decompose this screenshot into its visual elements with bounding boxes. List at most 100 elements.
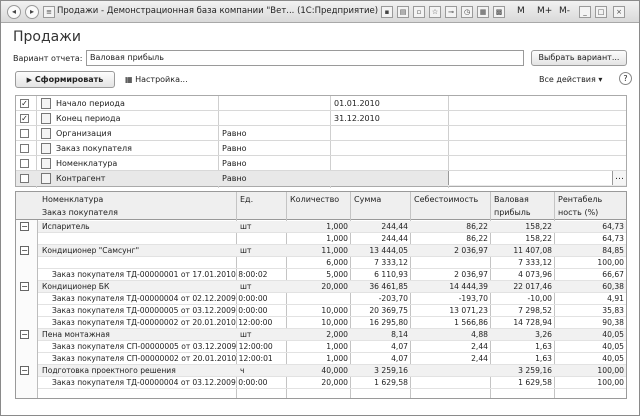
cell-profit: 100,00 [597, 378, 624, 387]
cell-name: Кондиционер БК [42, 282, 110, 291]
cell-profit: 35,83 [602, 306, 624, 315]
restore-button[interactable]: □ [595, 6, 607, 18]
checkbox[interactable] [20, 159, 29, 168]
checkbox[interactable] [20, 144, 29, 153]
help-icon[interactable]: ? [619, 72, 632, 85]
print-icon[interactable]: ▤ [397, 6, 409, 18]
settings-name: Организация [56, 129, 112, 138]
settings-name: Заказ покупателя [56, 144, 132, 153]
group-row[interactable]: Пена монтажная шт 2,000 8,14 4,88 3,26 40,05 [38, 329, 626, 341]
settings-row[interactable]: Организация Равно [16, 126, 626, 141]
all-actions-menu[interactable]: Все действия ▾ [539, 75, 602, 84]
choose-variant-button[interactable]: Выбрать вариант... [531, 50, 627, 66]
save-icon[interactable]: ▪ [381, 6, 393, 18]
settings-row[interactable]: ✓ Начало периода 01.01.2010 [16, 96, 626, 111]
cell-qty: 1,000 [326, 222, 348, 231]
cell-cost: 4,88 [471, 330, 488, 339]
back-icon[interactable]: ◂ [7, 5, 21, 19]
cell-gross: 1 629,58 [518, 378, 552, 387]
settings-comparison[interactable]: Равно [222, 129, 247, 138]
group-row[interactable]: Кондиционер БК шт 20,000 36 461,85 14 444,39… [38, 281, 626, 293]
cell-gross: 22 017,46 [513, 282, 552, 291]
settings-comparison[interactable]: Равно [222, 159, 247, 168]
table-row[interactable]: Заказ покупателя ТД-00000005 от 03.12.20… [38, 305, 626, 317]
collapse-icon[interactable]: − [20, 222, 29, 231]
table-row[interactable]: 6,000 7 333,12 7 333,12 100,00 [38, 257, 626, 269]
settings-grid: ✓ Начало периода 01.01.2010 ✓ Конец пери… [15, 95, 627, 188]
generate-button[interactable]: ▶ Сформировать [15, 71, 115, 88]
collapse-icon[interactable]: − [20, 366, 29, 375]
cell-sum: 1 629,58 [374, 378, 408, 387]
header-order: Заказ покупателя [42, 208, 118, 217]
close-button[interactable]: × [613, 6, 625, 18]
link-icon[interactable]: ⊸ [445, 6, 457, 18]
history-icon[interactable]: ◷ [461, 6, 473, 18]
header-sum: Сумма [354, 195, 382, 204]
select-icon[interactable]: … [612, 171, 626, 185]
cell-qty: 1,000 [326, 342, 348, 351]
collapse-icon[interactable]: − [20, 330, 29, 339]
checkbox[interactable] [20, 174, 29, 183]
cell-gross: 3 259,16 [518, 366, 552, 375]
app-menu-icon[interactable]: ≡ [43, 6, 55, 18]
play-icon: ▶ [26, 76, 33, 84]
group-row[interactable]: Кондиционер "Самсунг" шт 11,000 13 444,05 2 … [38, 245, 626, 257]
settings-name: Номенклатура [56, 159, 118, 168]
header-gross2: прибыль [494, 208, 531, 217]
settings-comparison[interactable]: Равно [222, 144, 247, 153]
checkbox[interactable]: ✓ [20, 114, 29, 123]
settings-row[interactable]: ✓ Конец периода 31.12.2010 [16, 111, 626, 126]
collapse-icon[interactable]: − [20, 282, 29, 291]
cell-qty: 11,000 [321, 246, 348, 255]
table-row[interactable]: Заказ покупателя ТД-00000002 от 20.01.20… [38, 317, 626, 329]
table-row[interactable]: Заказ покупателя ТД-00000004 от 03.12.20… [38, 377, 626, 389]
cell-name: Заказ покупателя ТД-00000002 от 20.01.20… [52, 318, 273, 327]
group-row[interactable]: Испаритель шт 1,000 244,44 86,22 158,22 64,73 [38, 221, 626, 233]
cell-name: Кондиционер "Самсунг" [42, 246, 140, 255]
cell-profit: 100,00 [597, 258, 624, 267]
settings-row-selected[interactable]: Контрагент Равно … [16, 171, 626, 186]
cell-qty: 40,000 [321, 366, 348, 375]
settings-row[interactable]: Заказ покупателя Равно [16, 141, 626, 156]
cell-qty: 5,000 [326, 270, 348, 279]
cell-gross: 14 728,94 [513, 318, 552, 327]
cell-profit: 100,00 [597, 366, 624, 375]
cell-cost: 2,44 [471, 342, 488, 351]
settings-row[interactable]: Номенклатура Равно [16, 156, 626, 171]
table-row[interactable]: 1,000 244,44 86,22 158,22 64,73 [38, 233, 626, 245]
settings-value[interactable]: 31.12.2010 [334, 114, 380, 123]
contractor-value-input[interactable] [448, 171, 612, 185]
cell-qty: 2,000 [326, 330, 348, 339]
forward-icon[interactable]: ▸ [25, 5, 39, 19]
memory-minus-button[interactable]: M- [559, 6, 570, 16]
calculator-icon[interactable]: ▩ [493, 6, 505, 18]
cell-cost: 2 036,97 [454, 246, 488, 255]
settings-comparison[interactable]: Равно [222, 174, 247, 183]
table-row[interactable]: Заказ покупателя ТД-00000004 от 02.12.20… [38, 293, 626, 305]
cell-gross: 7 298,52 [518, 306, 552, 315]
settings-button[interactable]: ▦ Настройка... [125, 75, 188, 84]
cell-cost: 1 566,86 [454, 318, 488, 327]
parameter-icon [41, 113, 51, 124]
preview-icon[interactable]: ▫ [413, 6, 425, 18]
table-row[interactable]: Заказ покупателя СП-00000002 от 20.01.20… [38, 353, 626, 365]
table-row[interactable]: Заказ покупателя СП-00000005 от 03.12.20… [38, 341, 626, 353]
checkbox[interactable] [20, 129, 29, 138]
memory-m-button[interactable]: M [517, 6, 525, 16]
cell-gross: 4 073,96 [518, 270, 552, 279]
table-row[interactable]: Заказ покупателя ТД-00000001 от 17.01.20… [38, 269, 626, 281]
cell-name: Заказ покупателя ТД-00000001 от 17.01.20… [52, 270, 268, 279]
variant-field[interactable]: Валовая прибыль [86, 50, 524, 66]
cell-cost: 14 444,39 [449, 282, 488, 291]
cell-cost: 13 071,23 [449, 306, 488, 315]
cell-qty: 1,000 [326, 354, 348, 363]
favorites-icon[interactable]: ☆ [429, 6, 441, 18]
collapse-icon[interactable]: − [20, 246, 29, 255]
calendar-icon[interactable]: ▦ [477, 6, 489, 18]
memory-plus-button[interactable]: M+ [537, 6, 552, 16]
minimize-button[interactable]: _ [579, 6, 591, 18]
settings-value[interactable]: 01.01.2010 [334, 99, 380, 108]
cell-name: Заказ покупателя ТД-00000005 от 03.12.20… [52, 306, 268, 315]
checkbox[interactable]: ✓ [20, 99, 29, 108]
group-row[interactable]: Подготовка проектного решения ч 40,000 3 25… [38, 365, 626, 377]
